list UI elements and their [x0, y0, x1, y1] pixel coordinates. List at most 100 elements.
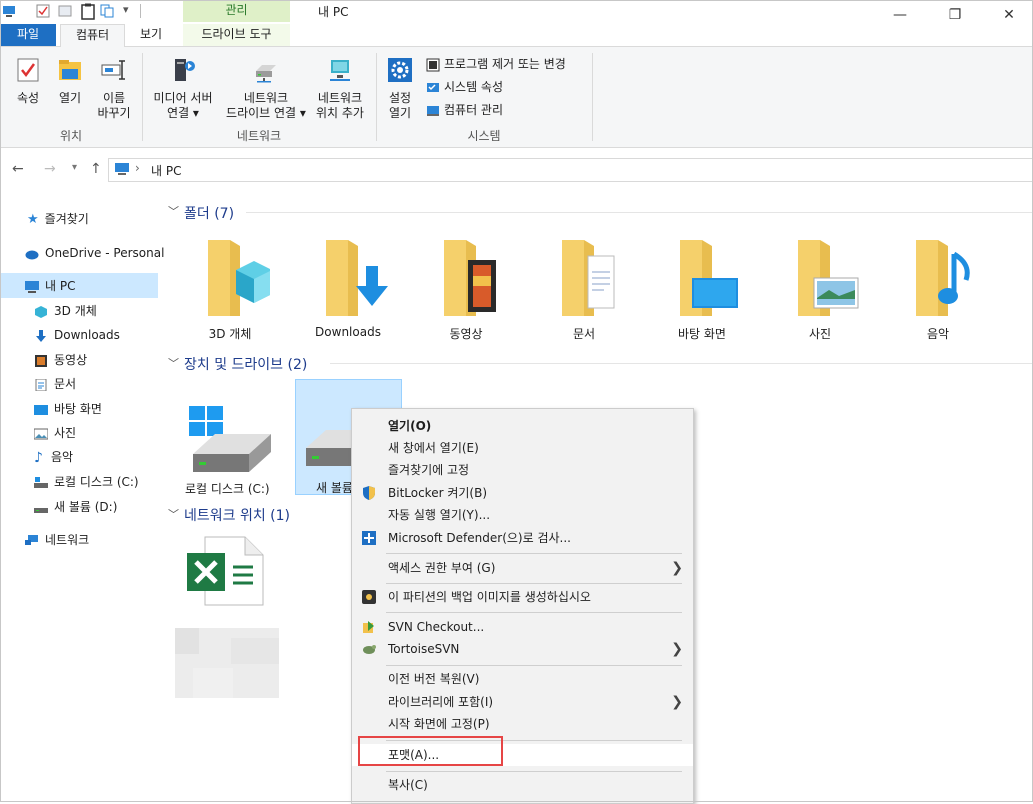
menu-item-pin-start[interactable]: 시작 화면에 고정(P) [352, 713, 693, 735]
menu-item-autoplay[interactable]: 자동 실행 열기(Y)... [352, 504, 693, 526]
recent-locations-chevron-icon[interactable]: ▾ [72, 162, 77, 173]
menu-item-open[interactable]: 열기(O) [352, 415, 693, 437]
sidebar-item-volume-d[interactable]: 새 볼륨 (D:) [34, 496, 117, 518]
blur-block [175, 628, 199, 654]
media-server-button[interactable]: 미디어 서버 연결 ▾ [146, 57, 220, 121]
sidebar-label: 네트워크 [45, 533, 90, 547]
menu-item-open-new-window[interactable]: 새 창에서 열기(E) [352, 437, 693, 459]
sidebar-item-quick-access[interactable]: ★ 즐겨찾기 [27, 208, 89, 230]
menu-item-pin-quick-access[interactable]: 즐겨찾기에 고정 [352, 459, 693, 481]
menu-item-backup-image[interactable]: 이 파티션의 백업 이미지를 생성하십시오 [352, 586, 693, 608]
menu-label: 라이브러리에 포함(I) [388, 695, 494, 709]
folder-item-desktop[interactable]: 바탕 화면 [652, 238, 752, 342]
sidebar-item-onedrive[interactable]: OneDrive - Personal [25, 242, 164, 264]
sidebar-label: 바탕 화면 [54, 402, 102, 416]
menu-item-bitlocker[interactable]: BitLocker 켜기(B) [352, 482, 693, 504]
properties-quick-icon[interactable] [36, 4, 50, 18]
menu-label: 복사(C) [388, 778, 428, 792]
sidebar-item-local-disk-c[interactable]: 로컬 디스크 (C:) [34, 471, 139, 493]
contextual-tab-manage[interactable]: 관리 [183, 0, 290, 22]
tab-drive-tools[interactable]: 드라이브 도구 [183, 24, 290, 46]
film-icon [35, 354, 47, 367]
folder-item-3d-objects[interactable]: 3D 개체 [180, 238, 280, 342]
add-location-label-1: 네트워크 [317, 91, 363, 105]
back-arrow-icon[interactable]: ← [12, 161, 24, 177]
section-header-drives[interactable]: 장치 및 드라이브 (2) [184, 354, 307, 374]
folder-item-videos[interactable]: 동영상 [416, 238, 516, 342]
tab-file[interactable]: 파일 [0, 24, 56, 46]
menu-separator [386, 771, 682, 772]
sidebar-item-pictures[interactable]: 사진 [34, 422, 76, 444]
sidebar-item-network[interactable]: 네트워크 [25, 529, 89, 551]
folder-item-documents[interactable]: 문서 [534, 238, 634, 342]
tab-view[interactable]: 보기 [128, 24, 174, 46]
clipboard-icon[interactable] [80, 3, 96, 20]
system-properties-icon [427, 82, 439, 92]
up-arrow-icon[interactable]: ↑ [90, 161, 102, 177]
add-network-location-button[interactable]: 네트워크 위치 추가 [312, 57, 368, 121]
sidebar-item-downloads[interactable]: Downloads [34, 324, 120, 346]
sidebar-item-3d-objects[interactable]: 3D 개체 [34, 300, 97, 322]
computer-icon [115, 163, 129, 175]
media-server-icon [175, 59, 195, 81]
uninstall-label: 프로그램 제거 또는 변경 [444, 57, 566, 71]
map-network-drive-button[interactable]: 네트워크 드라이브 연결 ▾ [220, 57, 312, 121]
address-bar[interactable]: › 내 PC [108, 158, 1033, 182]
sidebar-item-thispc[interactable]: 내 PC [25, 275, 75, 297]
menu-item-svn-checkout[interactable]: SVN Checkout... [352, 616, 693, 638]
system-properties-button[interactable]: 시스템 속성 [426, 78, 503, 96]
map-drive-label-1: 네트워크 [243, 91, 289, 105]
section-header-network[interactable]: 네트워크 위치 (1) [184, 505, 290, 525]
cube-icon [35, 305, 47, 318]
tortoise-icon [363, 645, 376, 654]
folder-item-music[interactable]: 음악 [888, 238, 988, 342]
folder-downloads-icon [326, 240, 388, 316]
menu-label: Microsoft Defender(으)로 검사... [388, 531, 571, 545]
sidebar-item-desktop[interactable]: 바탕 화면 [34, 398, 102, 420]
collapse-chevron-icon[interactable]: ﹀ [168, 203, 179, 219]
document-icon [35, 378, 47, 391]
breadcrumb-separator: › [135, 161, 140, 175]
computer-management-button[interactable]: 컴퓨터 관리 [426, 101, 503, 119]
shield-icon [363, 486, 375, 500]
open-button[interactable]: 열기 [52, 57, 88, 106]
breadcrumb-thispc[interactable]: 내 PC [151, 162, 181, 179]
menu-item-tortoisesvn[interactable]: TortoiseSVN ❯ [352, 638, 693, 660]
sidebar-item-music[interactable]: ♪ 음악 [34, 446, 73, 468]
tab-computer[interactable]: 컴퓨터 [60, 24, 125, 48]
folder-3d-objects-icon [208, 240, 272, 316]
menu-label: 즐겨찾기에 고정 [388, 463, 470, 477]
menu-item-give-access[interactable]: 액세스 권한 부여 (G) ❯ [352, 557, 693, 579]
folder-item-downloads[interactable]: Downloads [298, 238, 398, 339]
menu-item-restore-previous[interactable]: 이전 버전 복원(V) [352, 668, 693, 690]
menu-label: 새 창에서 열기(E) [388, 441, 479, 455]
menu-item-include-library[interactable]: 라이브러리에 포함(I) ❯ [352, 691, 693, 713]
open-settings-button[interactable]: 설정 열기 [382, 57, 418, 121]
collapse-chevron-icon[interactable]: ﹀ [168, 355, 179, 371]
submenu-arrow-icon: ❯ [671, 694, 683, 710]
rename-button[interactable]: 이름 바꾸기 [92, 57, 136, 121]
sidebar-item-videos[interactable]: 동영상 [34, 349, 87, 371]
collapse-chevron-icon[interactable]: ﹀ [168, 506, 179, 522]
ribbon: 속성 열기 이름 바꾸기 위치 미디어 서버 연결 ▾ 네트워크 드라이브 연결… [0, 47, 1033, 148]
copy-icon[interactable] [100, 4, 114, 18]
section-divider [246, 212, 1032, 213]
open-label: 열기 [58, 91, 82, 105]
network-drive-icon [256, 65, 276, 83]
folder-item-pictures[interactable]: 사진 [770, 238, 870, 342]
sidebar-item-documents[interactable]: 문서 [34, 373, 76, 395]
section-header-folders[interactable]: 폴더 (7) [184, 203, 234, 223]
drive-item-local-disk-c[interactable]: 로컬 디스크 (C:) [179, 400, 279, 496]
menu-item-defender[interactable]: Microsoft Defender(으)로 검사... [352, 527, 693, 549]
menu-item-copy[interactable]: 복사(C) [352, 774, 693, 796]
properties-button[interactable]: 속성 [8, 57, 48, 106]
menu-separator [386, 612, 682, 613]
customize-quick-access-icon[interactable]: ▾ [123, 3, 129, 16]
computer-icon [25, 280, 39, 293]
uninstall-program-button[interactable]: 프로그램 제거 또는 변경 [426, 55, 566, 73]
picture-icon [34, 428, 48, 439]
network-item-excel[interactable] [185, 535, 265, 607]
folder-label: 음악 [926, 327, 950, 341]
new-folder-quick-icon[interactable] [58, 4, 72, 18]
forward-arrow-icon[interactable]: → [44, 161, 56, 177]
